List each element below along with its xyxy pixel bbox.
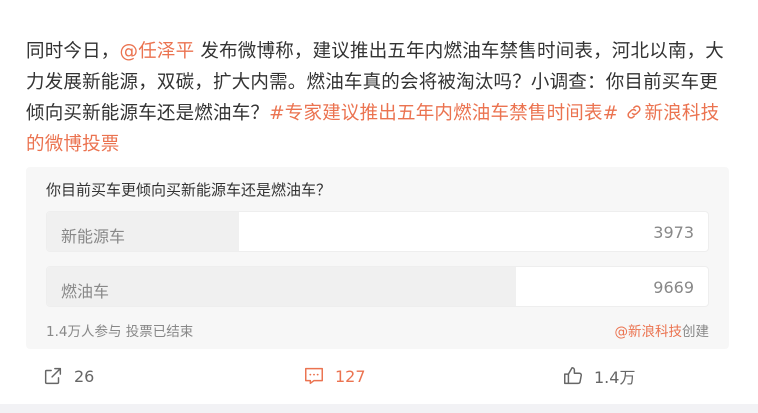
like-button[interactable]: 1.4万: [562, 364, 635, 388]
poll-option-count: 9669: [653, 278, 694, 297]
link-icon: [626, 105, 641, 119]
comment-icon: [305, 367, 323, 385]
poll-option-fill: [47, 267, 517, 306]
poll-option-new-energy[interactable]: 新能源车 3973: [46, 211, 709, 252]
poll-creator-info: @新浪科技创建: [615, 320, 710, 340]
poll-card: 你目前买车更倾向买新能源车还是燃油车？ 新能源车 3973 燃油车 9669 1…: [26, 167, 729, 349]
share-icon: [44, 367, 62, 385]
comment-count: 127: [335, 366, 366, 386]
poll-option-label: 燃油车: [61, 282, 110, 301]
divider: [0, 404, 758, 413]
post-text: 同时今日，@任泽平 发布微博称，建议推出五年内燃油车禁售时间表，河北以南，大力发…: [26, 36, 726, 160]
post-text-part1: 同时今日，: [26, 41, 120, 62]
poll-question: 你目前买车更倾向买新能源车还是燃油车？: [46, 181, 332, 199]
poll-participants: 1.4万人参与: [46, 324, 122, 340]
share-button[interactable]: 26: [42, 364, 94, 388]
poll-option-count: 3973: [653, 223, 694, 242]
poll-created-label: 创建: [682, 324, 709, 340]
hashtag-link[interactable]: #专家建议推出五年内燃油车禁售时间表#: [269, 103, 618, 124]
comment-button[interactable]: 127: [303, 364, 366, 388]
mention-link[interactable]: @任泽平: [120, 41, 195, 62]
poll-option-fuel[interactable]: 燃油车 9669: [46, 266, 709, 307]
action-bar: 26 127 1.4万: [0, 356, 758, 396]
like-count: 1.4万: [594, 368, 636, 387]
thumbs-up-icon: [564, 367, 582, 385]
poll-status: 投票已结束: [125, 324, 194, 340]
share-count: 26: [74, 366, 95, 386]
poll-option-label: 新能源车: [61, 227, 126, 246]
poll-stats: 1.4万人参与 投票已结束: [46, 320, 193, 340]
poll-creator-link[interactable]: @新浪科技: [615, 324, 683, 340]
